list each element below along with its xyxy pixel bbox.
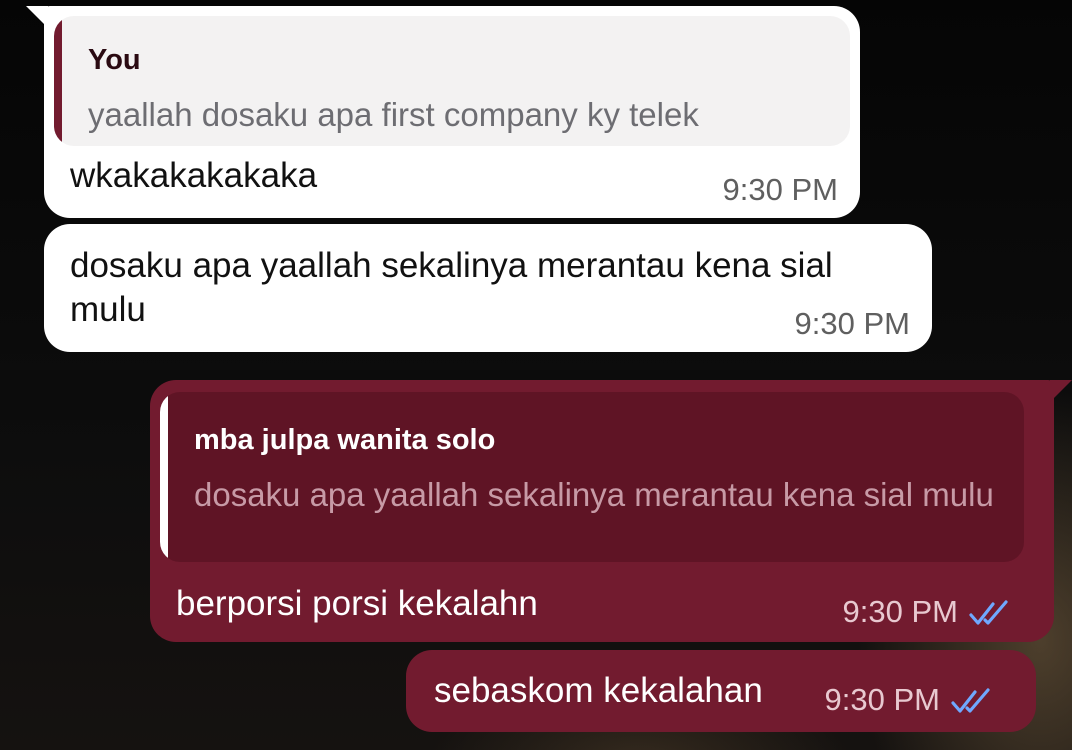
reply-author: You [88, 44, 141, 76]
bubble-tail [26, 6, 48, 28]
message-bubble-outgoing[interactable]: mba julpa wanita solo dosaku apa yaallah… [150, 380, 1072, 642]
reply-quote[interactable]: You yaallah dosaku apa first company ky … [54, 16, 850, 146]
reply-author: mba julpa wanita solo [194, 424, 496, 456]
message-time: 9:30 PM [722, 172, 838, 207]
message-text: sebaskom kekalahan [434, 671, 763, 710]
message-bubble-outgoing[interactable]: sebaskom kekalahan 9:30 PM [406, 650, 1036, 732]
reply-quote[interactable]: mba julpa wanita solo dosaku apa yaallah… [160, 392, 1024, 562]
bubble-tail [1050, 380, 1072, 402]
message-bubble-incoming[interactable]: dosaku apa yaallah sekalinya merantau ke… [44, 224, 932, 352]
message-bubble-incoming[interactable]: You yaallah dosaku apa first company ky … [26, 6, 860, 218]
message-time: 9:30 PM [794, 306, 910, 341]
reply-quote-bar [54, 16, 62, 146]
reply-text: dosaku apa yaallah sekalinya merantau ke… [194, 476, 994, 513]
message-text: dosaku apa yaallah sekalinya merantau ke… [70, 246, 833, 329]
message-time: 9:30 PM [842, 594, 958, 629]
reply-quote-bar [160, 392, 168, 562]
double-check-icon [951, 688, 990, 713]
message-time: 9:30 PM [824, 682, 940, 717]
message-text: wkakakakakaka [70, 156, 318, 195]
reply-text: yaallah dosaku apa first company ky tele… [88, 96, 699, 133]
message-text: berporsi porsi kekalahn [176, 584, 538, 623]
double-check-icon [969, 600, 1008, 625]
